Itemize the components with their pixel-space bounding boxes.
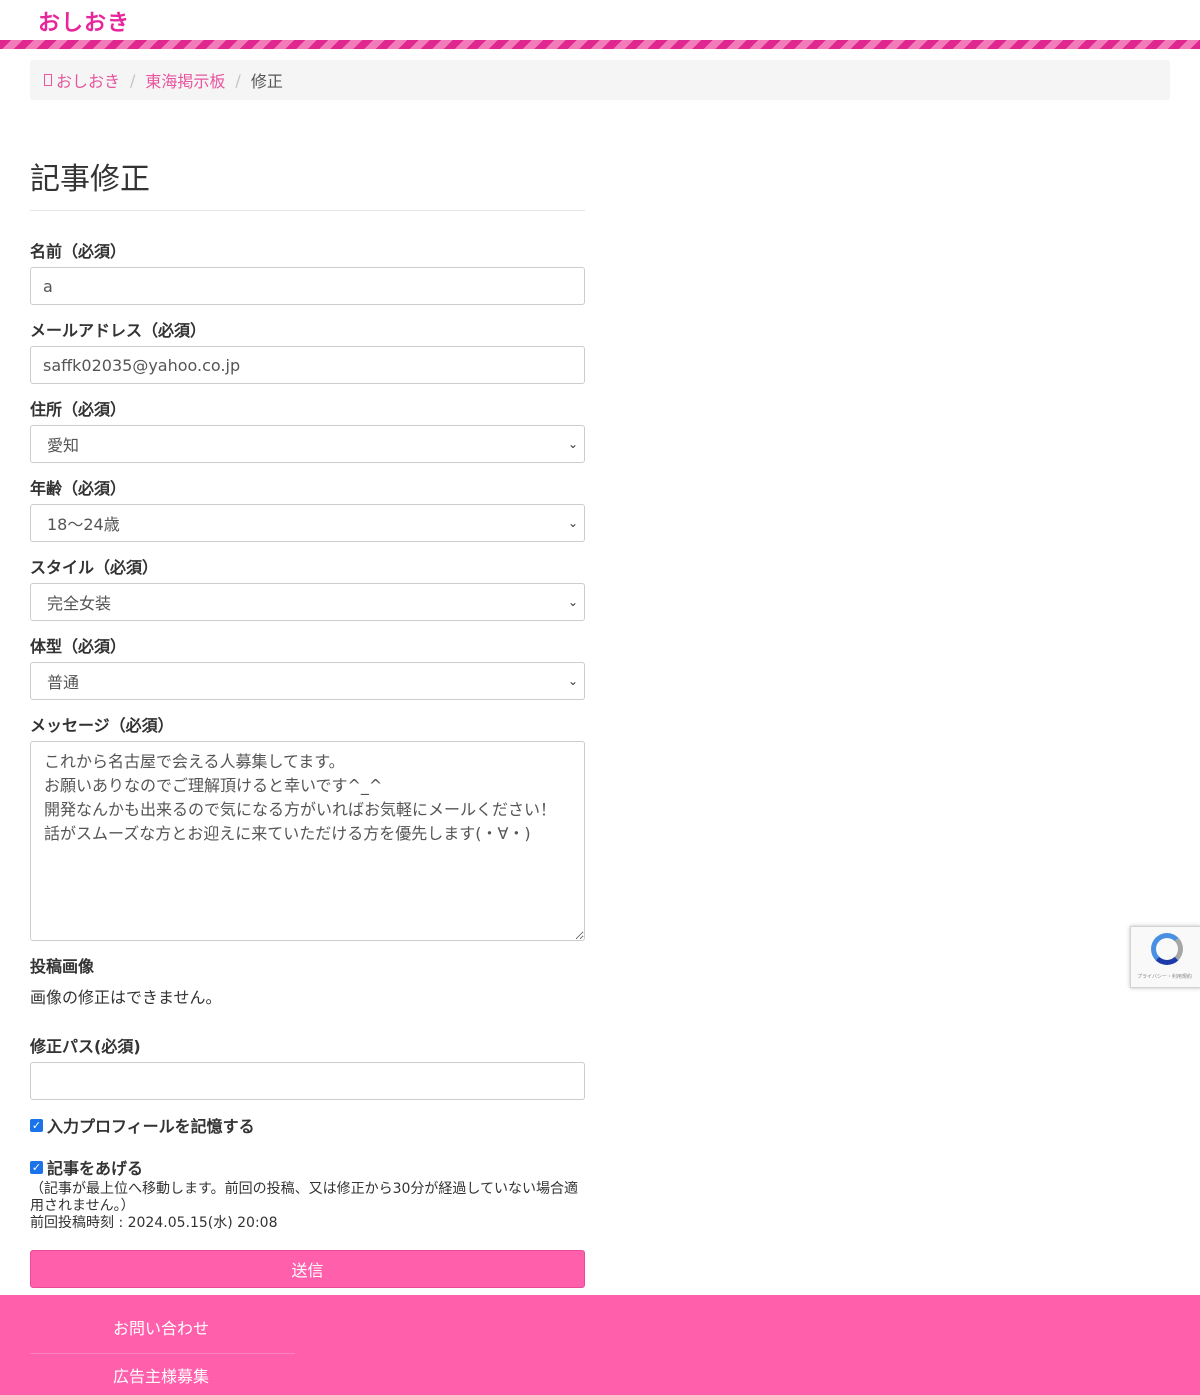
image-note: 画像の修正はできません。 — [30, 988, 222, 1007]
footer: お問い合わせ 広告主様募集 — [0, 1295, 1200, 1395]
bump-row: ✓ 記事をあげる — [30, 1155, 585, 1179]
breadcrumb: おしおき / 東海掲示板 / 修正 — [30, 60, 1170, 100]
breadcrumb-home[interactable]: おしおき — [56, 68, 120, 92]
style-select[interactable]: 完全女装 ⌄ — [30, 583, 585, 621]
chevron-down-icon: ⌄ — [567, 437, 578, 451]
email-label: メールアドレス（必須） — [30, 321, 207, 340]
age-select-value: 18〜24歳 — [47, 515, 120, 534]
message-textarea[interactable]: これから名古屋で会える人募集してます。 お願いありなのでご理解頂けると幸いです^… — [30, 741, 585, 941]
home-icon — [44, 74, 52, 86]
body-type-select[interactable]: 普通 ⌄ — [30, 662, 585, 700]
email-input[interactable]: saffk02035@yahoo.co.jp — [30, 346, 585, 384]
last-post-time: 前回投稿時刻 : 2024.05.15(水) 20:08 — [30, 1215, 278, 1231]
bump-label[interactable]: 記事をあげる — [47, 1155, 143, 1179]
header-stripe — [0, 40, 1200, 49]
address-label: 住所（必須） — [30, 400, 127, 419]
remember-profile-row: ✓ 入力プロフィールを記憶する — [30, 1113, 585, 1137]
image-label: 投稿画像 — [30, 957, 95, 976]
bump-note: （記事が最上位へ移動します。前回の投稿、又は修正から30分が経過していない場合適… — [30, 1181, 578, 1214]
name-label: 名前（必須） — [30, 242, 127, 261]
edit-pass-label: 修正パス(必須) — [30, 1037, 141, 1056]
edit-form: 記事修正 名前（必須） a メールアドレス（必須） saffk02035@yah… — [30, 150, 585, 1288]
chevron-down-icon: ⌄ — [567, 516, 578, 530]
body-type-select-value: 普通 — [47, 673, 80, 692]
style-label: スタイル（必須） — [30, 558, 159, 577]
chevron-down-icon: ⌄ — [567, 674, 578, 688]
address-select-value: 愛知 — [47, 436, 80, 455]
submit-button[interactable]: 送信 — [30, 1250, 585, 1288]
recaptcha-icon — [1151, 933, 1183, 965]
site-logo[interactable]: おしおき — [38, 5, 130, 37]
breadcrumb-separator: / — [130, 70, 136, 90]
recaptcha-badge[interactable]: プライバシー・利用規約 — [1130, 926, 1200, 988]
age-label: 年齢（必須） — [30, 479, 127, 498]
address-select[interactable]: 愛知 ⌄ — [30, 425, 585, 463]
age-select[interactable]: 18〜24歳 ⌄ — [30, 504, 585, 542]
message-label: メッセージ（必須） — [30, 716, 174, 735]
remember-profile-checkbox[interactable]: ✓ — [30, 1118, 43, 1132]
remember-profile-label[interactable]: 入力プロフィールを記憶する — [47, 1113, 255, 1137]
recaptcha-text: プライバシー・利用規約 — [1137, 974, 1192, 980]
chevron-down-icon: ⌄ — [567, 595, 578, 609]
footer-advertisers-link[interactable]: 広告主様募集 — [113, 1363, 209, 1387]
page-title: 記事修正 — [30, 150, 585, 211]
style-select-value: 完全女装 — [47, 594, 112, 613]
edit-pass-input[interactable] — [30, 1062, 585, 1100]
footer-divider — [30, 1353, 295, 1354]
breadcrumb-board[interactable]: 東海掲示板 — [145, 68, 225, 92]
body-type-label: 体型（必須） — [30, 637, 127, 656]
name-input[interactable]: a — [30, 267, 585, 305]
breadcrumb-separator: / — [235, 70, 241, 90]
breadcrumb-current: 修正 — [250, 72, 283, 91]
bump-checkbox[interactable]: ✓ — [30, 1160, 43, 1174]
header: おしおき — [0, 0, 1200, 40]
footer-contact-link[interactable]: お問い合わせ — [113, 1315, 209, 1339]
